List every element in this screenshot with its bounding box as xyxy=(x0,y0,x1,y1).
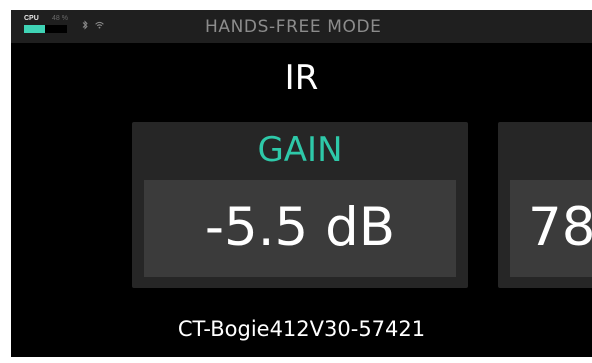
mode-title: HANDS-FREE MODE xyxy=(205,17,382,37)
cpu-percent: 48 % xyxy=(52,15,68,22)
status-bar: CPU 48 % HANDS-FREE MODE xyxy=(11,10,592,43)
param-value: 78 xyxy=(528,197,592,258)
param-card-gain[interactable]: GAIN -5.5 dB xyxy=(132,122,468,288)
param-value: -5.5 dB xyxy=(204,197,396,258)
hands-free-screen: CPU 48 % HANDS-FREE MODE IR GAIN -5.5 dB… xyxy=(11,10,592,357)
param-label: GAIN xyxy=(257,130,343,170)
param-value-box: 78 xyxy=(510,180,592,277)
param-card-next[interactable]: 78 xyxy=(498,122,592,288)
cpu-label: CPU xyxy=(24,15,39,22)
bluetooth-icon xyxy=(82,20,88,30)
param-value-box: -5.5 dB xyxy=(144,180,456,277)
cpu-meter xyxy=(24,25,67,33)
wifi-icon xyxy=(95,21,104,29)
ir-file-name: CT-Bogie412V30-57421 xyxy=(177,317,426,341)
block-name: IR xyxy=(284,58,319,98)
cpu-meter-fill xyxy=(24,25,45,33)
